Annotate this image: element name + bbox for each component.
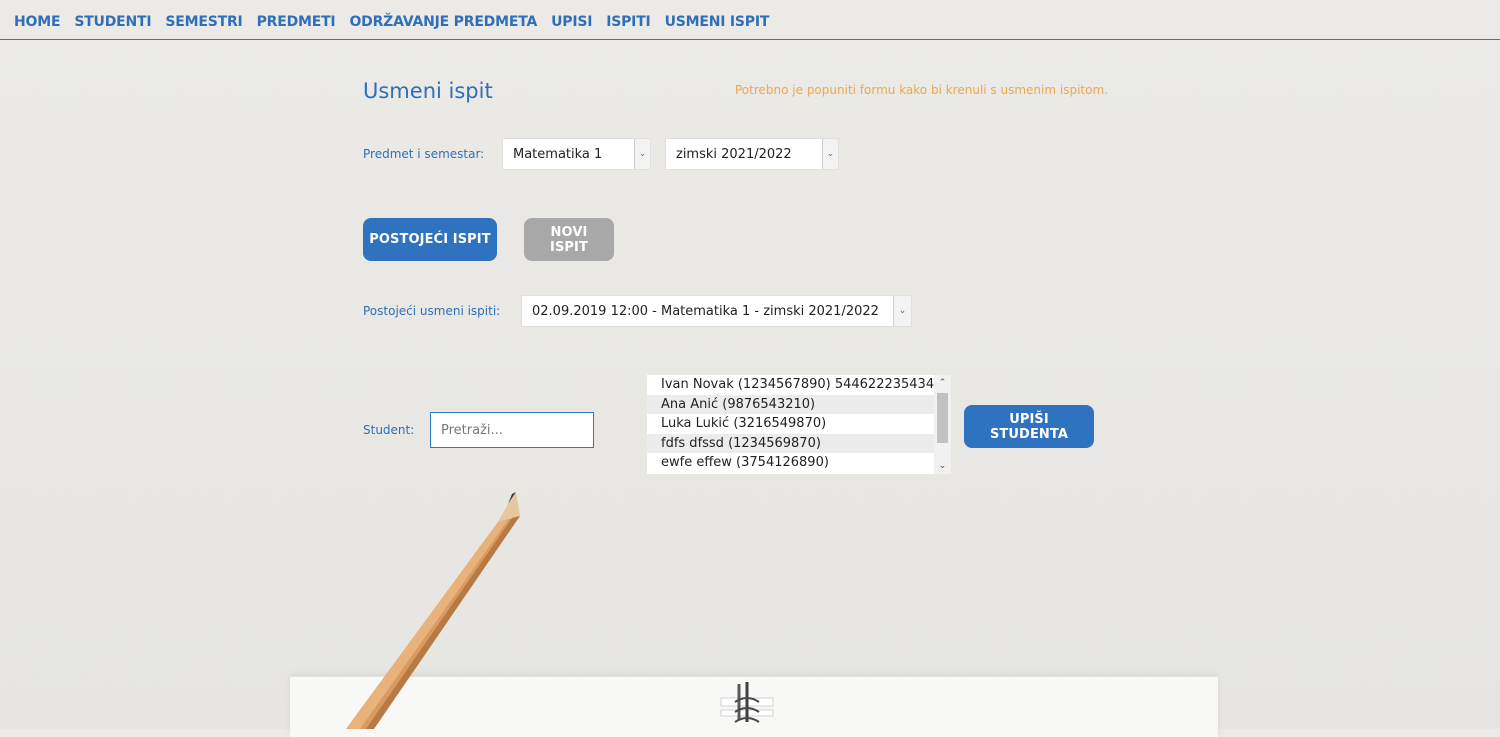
existing-exam-select-value: 02.09.2019 12:00 - Matematika 1 - zimski… [532,304,879,319]
nav-home[interactable]: HOME [14,14,61,30]
nav-studenti[interactable]: STUDENTI [74,14,151,30]
enroll-student-button[interactable]: UPIŠI STUDENTA [964,405,1094,448]
scrollbar-thumb[interactable] [937,393,948,443]
top-navigation: HOME STUDENTI SEMESTRI PREDMETI ODRŽAVAN… [0,0,1500,40]
existing-exams-label: Postojeći usmeni ispiti: [363,304,501,318]
scroll-up-icon[interactable]: ⌃ [934,375,951,391]
listbox-scrollbar[interactable]: ⌃ ⌄ [934,375,951,474]
nav-predmeti[interactable]: PREDMETI [257,14,336,30]
nav-odrzavanje-predmeta[interactable]: ODRŽAVANJE PREDMETA [349,14,537,30]
chevron-down-icon: ⌄ [822,139,838,169]
student-search-input[interactable] [430,412,594,448]
student-list-item[interactable]: Luka Lukić (3216549870) [647,414,934,434]
student-list-item[interactable]: Ivan Novak (1234567890) 54462223543453 [647,375,951,395]
subject-semester-label: Predmet i semestar: [363,147,485,161]
student-list-item[interactable]: fdfs dfssd (1234569870) [647,433,934,453]
page-title: Usmeni ispit [363,79,493,103]
student-list-item[interactable]: ewfe effew (3754126890) [647,453,934,473]
student-listbox[interactable]: Ivan Novak (1234567890) 54462223543453 A… [647,375,951,474]
semester-select[interactable]: zimski 2021/2022 ⌄ [665,138,839,170]
scroll-down-icon[interactable]: ⌄ [934,458,951,474]
nav-items: HOME STUDENTI SEMESTRI PREDMETI ODRŽAVAN… [14,14,769,30]
nav-usmeni-ispit[interactable]: USMENI ISPIT [665,14,770,30]
existing-exam-select[interactable]: 02.09.2019 12:00 - Matematika 1 - zimski… [521,295,912,327]
subject-select-value: Matematika 1 [513,147,603,162]
binder-clip-decoration [720,682,774,723]
chevron-down-icon: ⌄ [634,139,650,169]
nav-upisi[interactable]: UPISI [551,14,592,30]
chevron-down-icon: ⌄ [893,296,911,326]
nav-semestri[interactable]: SEMESTRI [165,14,242,30]
semester-select-value: zimski 2021/2022 [676,147,792,162]
student-label: Student: [363,423,415,437]
form-hint: Potrebno je popuniti formu kako bi krenu… [735,83,1108,97]
existing-exam-button[interactable]: POSTOJEĆI ISPIT [363,218,497,261]
student-list-item[interactable]: Ana Anić (9876543210) [647,394,934,414]
new-exam-button[interactable]: NOVI ISPIT [524,218,614,261]
subject-select[interactable]: Matematika 1 ⌄ [502,138,651,170]
nav-ispiti[interactable]: ISPITI [606,14,651,30]
pencil-decoration [346,492,520,729]
